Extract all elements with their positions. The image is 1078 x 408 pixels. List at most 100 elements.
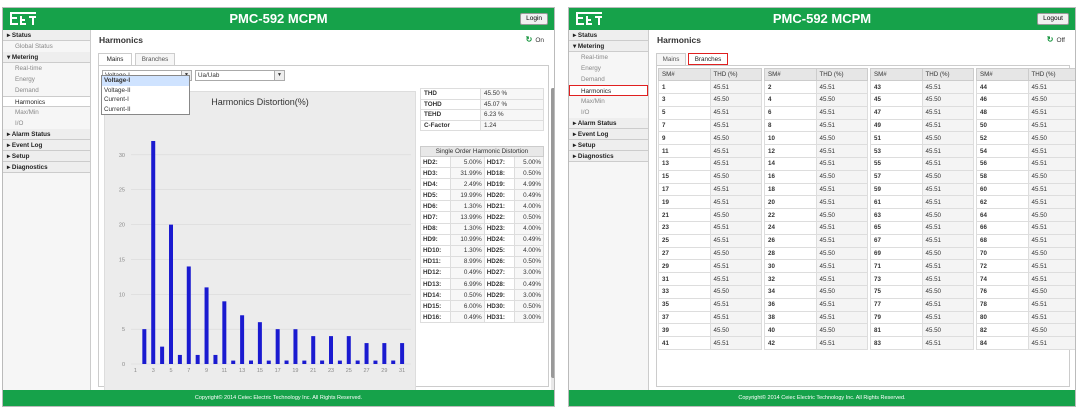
thd-value: 45.51 — [921, 336, 974, 350]
sidebar-item-status[interactable]: ▸ Status — [569, 30, 648, 41]
harmonic-order-label: HD28: — [483, 278, 515, 291]
dropdown-option[interactable]: Voltage-I — [102, 76, 189, 86]
thd-value: 45.51 — [815, 297, 868, 312]
dropdown-option[interactable]: Current-I — [102, 95, 189, 105]
sidebar-item-setup[interactable]: ▸ Setup — [3, 151, 90, 162]
single-order-table: Single Order Harmonic Distortion HD2: 5.0… — [420, 146, 545, 324]
harmonic-bar — [231, 360, 236, 364]
harmonic-bar — [320, 360, 325, 364]
harmonic-order-label: HD25: — [483, 244, 515, 257]
sidebar-item-i-o[interactable]: I/O — [569, 107, 648, 118]
harmonic-bar — [355, 360, 360, 364]
sidebar-item-setup[interactable]: ▸ Setup — [569, 140, 648, 151]
sidebar-item-alarm-status[interactable]: ▸ Alarm Status — [569, 118, 648, 129]
harmonic-bar — [142, 329, 147, 364]
login-button[interactable]: Login — [520, 13, 548, 25]
scrollbar[interactable] — [551, 88, 554, 398]
sidebar-item-label: Setup — [11, 153, 30, 160]
header-bar: PMC-592 MCPM Logout — [569, 8, 1075, 30]
sidebar-item-global-status[interactable]: Global Status — [3, 41, 90, 52]
sidebar-item-alarm-status[interactable]: ▸ Alarm Status — [3, 129, 90, 140]
tab-mains[interactable]: Mains — [98, 53, 132, 65]
thd-value: 45.50 — [815, 246, 868, 261]
sidebar-item-label: Status — [11, 32, 32, 39]
thd-value: 45.51 — [815, 144, 868, 158]
sidebar-item-max-min[interactable]: Max/Min — [3, 107, 90, 118]
x-tick-label: 23 — [328, 368, 334, 374]
sm-number: 15 — [658, 169, 711, 184]
harmonic-order-label: HD30: — [483, 300, 515, 313]
dropdown-option[interactable]: Current-II — [102, 105, 189, 115]
single-order-row: HD15: 6.00% HD30: 0.50% — [420, 300, 545, 313]
sidebar-item-label: Global Status — [15, 43, 53, 50]
table-row: 11 45.51 12 45.51 53 45.51 54 45.51 — [658, 144, 1075, 158]
dropdown-option[interactable]: Voltage-II — [102, 86, 189, 96]
sidebar-item-label: Max/Min — [581, 98, 605, 105]
sidebar-item-real-time[interactable]: Real-time — [569, 52, 648, 63]
tab-mains[interactable]: Mains — [656, 53, 686, 65]
auto-refresh-toggle[interactable]: ↻ Off — [1047, 35, 1065, 44]
sm-number: 29 — [658, 259, 711, 274]
x-tick-label: 21 — [310, 368, 316, 374]
sidebar-item-max-min[interactable]: Max/Min — [569, 96, 648, 107]
sidebar-item-diagnostics[interactable]: ▸ Diagnostics — [569, 151, 648, 162]
sidebar-item-metering[interactable]: ▾ Metering — [3, 52, 90, 63]
table-row: 21 45.50 22 45.50 63 45.50 64 45.50 — [658, 208, 1075, 222]
sidebar: ▸ Status Global Status ▾ Metering Real-time… — [3, 30, 91, 390]
sidebar-item-status[interactable]: ▸ Status — [3, 30, 90, 41]
refresh-icon: ↻ — [525, 35, 533, 44]
sm-number: 30 — [764, 259, 817, 274]
harmonic-order-value: 4.99% — [513, 178, 545, 191]
sm-number: 11 — [658, 144, 711, 158]
thd-value: 45.51 — [709, 336, 762, 350]
sidebar-item-harmonics[interactable]: Harmonics — [3, 96, 90, 107]
y-tick-label: 30 — [119, 153, 125, 159]
channel-dropdown-list: Voltage-I Voltage-II Current-I Current-II — [101, 75, 190, 115]
sidebar-item-energy[interactable]: Energy — [3, 74, 90, 85]
y-tick-label: 5 — [122, 327, 125, 333]
sm-number: 23 — [658, 220, 711, 235]
harmonic-order-value: 4.00% — [513, 200, 545, 213]
sidebar-item-label: Demand — [15, 87, 39, 94]
x-tick-label: 19 — [292, 368, 298, 374]
tab-branches[interactable]: Branches — [688, 53, 728, 65]
y-tick-label: 15 — [119, 257, 125, 263]
thd-value: 45.51 — [921, 80, 974, 94]
harmonic-order-value: 0.50% — [513, 167, 545, 180]
sidebar-item-i-o[interactable]: I/O — [3, 118, 90, 129]
thd-value: 45.50 — [1027, 169, 1075, 184]
sm-number: 7 — [658, 118, 711, 133]
logout-button[interactable]: Logout — [1037, 13, 1069, 25]
sidebar-item-metering[interactable]: ▾ Metering — [569, 41, 648, 52]
tab-branches[interactable]: Branches — [135, 53, 175, 65]
header-bar: PMC-592 MCPM Login — [3, 8, 554, 30]
phase-select[interactable]: Ua/Uab ▼ — [195, 70, 285, 81]
sidebar-item-diagnostics[interactable]: ▸ Diagnostics — [3, 162, 90, 173]
harmonic-order-value: 0.50% — [513, 211, 545, 224]
sidebar-item-energy[interactable]: Energy — [569, 63, 648, 74]
thd-value: 45.51 — [709, 195, 762, 210]
thd-value: 45.50 — [709, 246, 762, 261]
auto-refresh-toggle[interactable]: ↻ On — [526, 35, 544, 44]
sidebar-item-real-time[interactable]: Real-time — [3, 63, 90, 74]
sidebar-item-label: Energy — [15, 76, 35, 83]
sm-number: 52 — [976, 131, 1029, 146]
sm-column-header: SM# — [764, 67, 817, 82]
thd-value: 45.51 — [815, 118, 868, 133]
harmonic-bar — [391, 360, 396, 364]
sm-number: 39 — [658, 323, 711, 338]
sidebar-item-demand[interactable]: Demand — [569, 74, 648, 85]
harmonic-bar — [293, 329, 298, 364]
harmonic-order-value: 1.30% — [449, 200, 485, 213]
harmonic-order-value: 31.99% — [449, 167, 485, 180]
scrollbar-thumb[interactable] — [551, 88, 554, 378]
harmonic-order-value: 0.50% — [449, 289, 485, 302]
thd-value: 45.51 — [1027, 220, 1075, 235]
sm-number: 74 — [976, 272, 1029, 286]
sidebar-item-event-log[interactable]: ▸ Event Log — [3, 140, 90, 151]
sidebar-item-demand[interactable]: Demand — [3, 85, 90, 96]
sidebar-item-harmonics[interactable]: Harmonics — [569, 85, 648, 96]
thd-value: 45.51 — [709, 233, 762, 248]
sidebar-item-event-log[interactable]: ▸ Event Log — [569, 129, 648, 140]
table-row: 17 45.51 18 45.51 59 45.51 60 45.51 — [658, 182, 1075, 197]
